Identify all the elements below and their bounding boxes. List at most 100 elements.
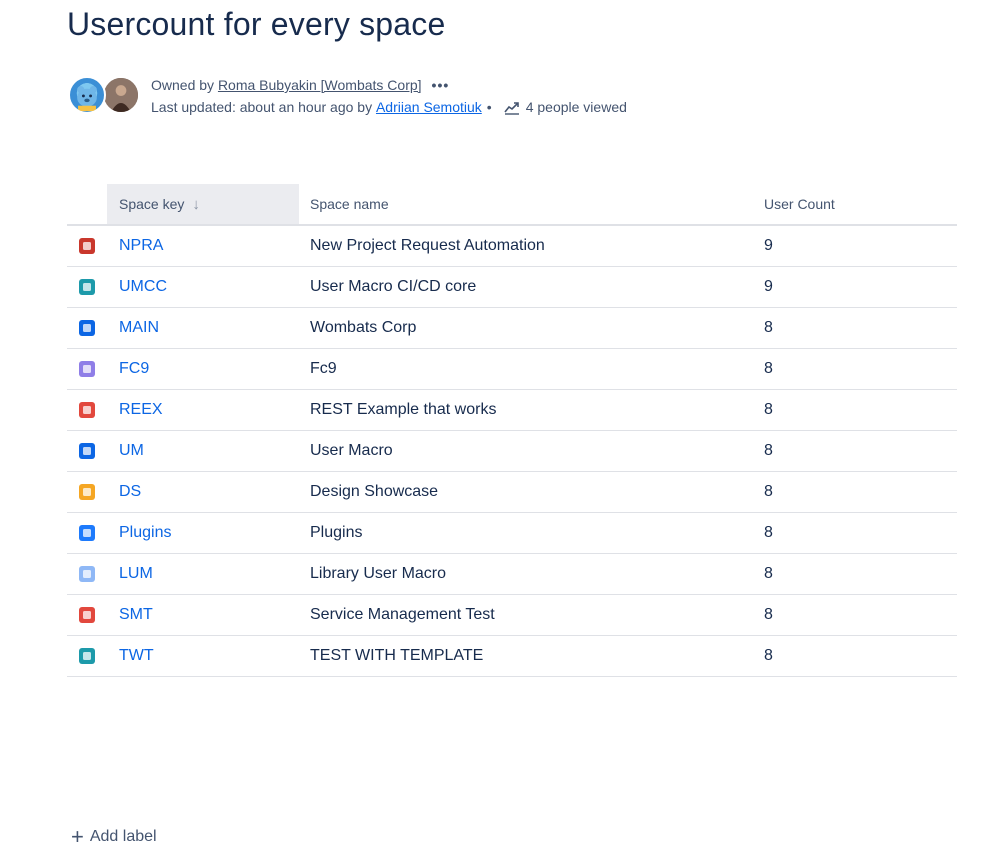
user-count-cell: 8 (752, 348, 957, 390)
sort-descending-icon[interactable]: ↓ (192, 196, 200, 213)
add-label-button[interactable]: + Add label (71, 826, 157, 848)
user-count: 8 (764, 523, 773, 541)
user-count: 8 (764, 359, 773, 377)
user-count: 8 (764, 318, 773, 336)
user-count: 9 (764, 277, 773, 295)
user-count-cell: 8 (752, 307, 957, 349)
reex-space-icon[interactable] (79, 401, 95, 418)
table-row: FC9 Fc9 8 (67, 348, 957, 390)
table-row: UMCC User Macro CI/CD core 9 (67, 266, 957, 308)
space-name-cell: Fc9 (299, 348, 752, 390)
space-key-link[interactable]: REEX (107, 401, 163, 418)
table-row: UM User Macro 8 (67, 430, 957, 472)
user-count: 8 (764, 564, 773, 582)
table-header-row: Space key ↓ Space name User Count (67, 184, 957, 226)
space-name: REST Example that works (310, 400, 497, 418)
um-space-icon[interactable] (79, 442, 95, 459)
space-key-link[interactable]: MAIN (107, 319, 159, 336)
owned-by-label: Owned by (151, 77, 215, 93)
space-name: Service Management Test (310, 605, 495, 623)
space-key-link[interactable]: LUM (107, 565, 153, 582)
space-key-link[interactable]: FC9 (107, 360, 149, 377)
space-key-header-label: Space key (119, 196, 185, 212)
space-key-cell: UM (107, 430, 299, 472)
table-row: SMT Service Management Test 8 (67, 594, 957, 636)
space-key-cell: UMCC (107, 266, 299, 308)
space-user-count-table: Space key ↓ Space name User Count NPRA Ne… (67, 184, 957, 677)
ds-space-icon[interactable] (79, 483, 95, 500)
space-key-cell: LUM (107, 553, 299, 595)
table-row: LUM Library User Macro 8 (67, 553, 957, 595)
user-count: 8 (764, 482, 773, 500)
space-key-cell: DS (107, 471, 299, 513)
space-icon-cell (67, 430, 107, 472)
space-name-cell: Service Management Test (299, 594, 752, 636)
space-name-cell: User Macro (299, 430, 752, 472)
space-name-cell: Wombats Corp (299, 307, 752, 349)
space-name-column-header[interactable]: Space name (299, 184, 752, 226)
smt-space-icon[interactable] (79, 606, 95, 623)
space-key-link[interactable]: NPRA (107, 237, 163, 254)
space-name: Library User Macro (310, 564, 447, 582)
user-count: 8 (764, 441, 773, 459)
user-count: 8 (764, 400, 773, 418)
byline-meta: Owned by Roma Bubyakin [Wombats Corp] ••… (151, 74, 627, 118)
space-key-cell: FC9 (107, 348, 299, 390)
space-name-cell: REST Example that works (299, 389, 752, 431)
space-key-cell: SMT (107, 594, 299, 636)
space-key-link[interactable]: DS (107, 483, 141, 500)
space-name: Plugins (310, 523, 363, 541)
byline-separator: • (486, 99, 492, 115)
space-name-cell: New Project Request Automation (299, 225, 752, 267)
editor-avatar[interactable] (102, 76, 140, 114)
space-icon-cell (67, 512, 107, 554)
user-count-cell: 9 (752, 266, 957, 308)
table-row: REEX REST Example that works 8 (67, 389, 957, 431)
analytics-icon[interactable] (504, 99, 520, 115)
fc9-space-icon[interactable] (79, 360, 95, 377)
space-key-column-header[interactable]: Space key ↓ (107, 184, 299, 226)
table-row: MAIN Wombats Corp 8 (67, 307, 957, 349)
space-key-cell: NPRA (107, 225, 299, 267)
user-count-column-header[interactable]: User Count (752, 184, 957, 226)
plugins-space-icon[interactable] (79, 524, 95, 541)
space-key-link[interactable]: SMT (107, 606, 153, 623)
add-label-text: Add label (89, 828, 157, 845)
space-name: User Macro (310, 441, 393, 459)
space-icon-cell (67, 266, 107, 308)
space-key-cell: MAIN (107, 307, 299, 349)
space-key-link[interactable]: UM (107, 442, 144, 459)
space-name-cell: TEST WITH TEMPLATE (299, 635, 752, 677)
table-row: TWT TEST WITH TEMPLATE 8 (67, 635, 957, 677)
more-actions-icon[interactable]: ••• (432, 78, 450, 92)
table-row: DS Design Showcase 8 (67, 471, 957, 513)
user-count-cell: 8 (752, 553, 957, 595)
owner-link[interactable]: Roma Bubyakin [Wombats Corp] (218, 74, 422, 96)
space-key-cell: REEX (107, 389, 299, 431)
user-count-cell: 8 (752, 635, 957, 677)
wombat-space-icon[interactable] (79, 319, 95, 336)
lum-space-icon[interactable] (79, 565, 95, 582)
space-icon-cell (67, 348, 107, 390)
space-name: Fc9 (310, 359, 337, 377)
space-icon-cell (67, 225, 107, 267)
space-icon-cell (67, 635, 107, 677)
page-views-count[interactable]: 4 people viewed (526, 96, 627, 118)
space-name-cell: User Macro CI/CD core (299, 266, 752, 308)
space-key-link[interactable]: TWT (107, 647, 154, 664)
space-icon-cell (67, 307, 107, 349)
icon-column-header (67, 184, 107, 226)
umcc-space-icon[interactable] (79, 278, 95, 295)
owner-avatar[interactable] (68, 76, 106, 114)
npra-space-icon[interactable] (79, 237, 95, 254)
space-key-link[interactable]: Plugins (107, 524, 171, 541)
twt-space-icon[interactable] (79, 647, 95, 664)
space-key-cell: TWT (107, 635, 299, 677)
user-count-header-label: User Count (764, 196, 835, 212)
space-name-header-label: Space name (310, 196, 389, 212)
space-key-link[interactable]: UMCC (107, 278, 167, 295)
space-name-cell: Library User Macro (299, 553, 752, 595)
updated-by-link[interactable]: Adriian Semotiuk (376, 96, 482, 118)
user-count-cell: 8 (752, 594, 957, 636)
space-icon-cell (67, 594, 107, 636)
